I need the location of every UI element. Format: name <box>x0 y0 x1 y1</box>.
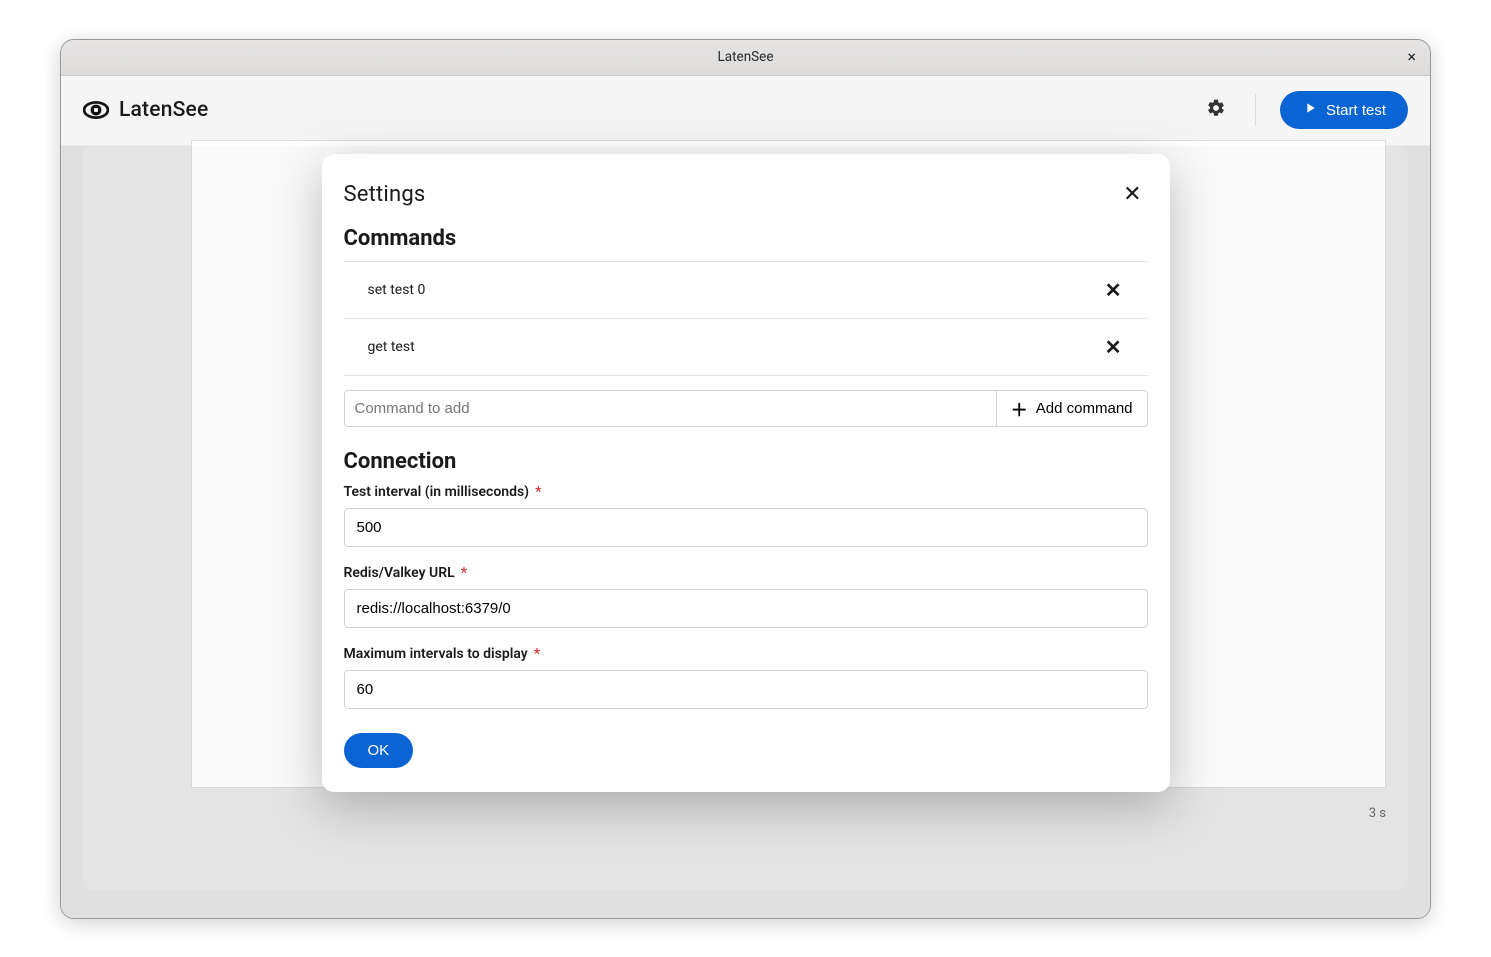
add-command-row: ＋ Add command <box>344 390 1148 427</box>
close-icon: ✕ <box>1123 182 1141 207</box>
command-row: get test ✕ <box>344 319 1148 376</box>
modal-close-button[interactable]: ✕ <box>1117 180 1147 210</box>
main-area: 3 s Settings ✕ Commands set test 0 ✕ <box>61 146 1430 918</box>
commands-list: set test 0 ✕ get test ✕ <box>344 261 1148 376</box>
eye-logo-icon <box>83 97 109 123</box>
settings-button[interactable] <box>1201 95 1231 125</box>
modal-overlay: Settings ✕ Commands set test 0 ✕ get tes… <box>61 146 1430 918</box>
modal-title: Settings <box>344 182 426 207</box>
field-redis-url: Redis/Valkey URL * <box>344 565 1148 628</box>
field-label-text: Maximum intervals to display <box>344 646 528 662</box>
remove-command-button[interactable]: ✕ <box>1099 278 1128 302</box>
titlebar: LatenSee × <box>61 40 1430 76</box>
add-command-input[interactable] <box>344 390 996 427</box>
app-logo: LatenSee <box>83 97 208 123</box>
settings-modal: Settings ✕ Commands set test 0 ✕ get tes… <box>322 154 1170 792</box>
connection-heading: Connection <box>344 449 1148 474</box>
commands-heading: Commands <box>344 226 1148 251</box>
field-label-text: Redis/Valkey URL <box>344 565 455 581</box>
max-intervals-input[interactable] <box>344 670 1148 709</box>
header-divider <box>1255 94 1256 126</box>
field-max-intervals: Maximum intervals to display * <box>344 646 1148 709</box>
add-command-button[interactable]: ＋ Add command <box>996 390 1148 427</box>
play-icon <box>1302 100 1318 120</box>
required-marker: * <box>535 484 541 500</box>
command-row: set test 0 ✕ <box>344 262 1148 319</box>
gear-icon <box>1206 98 1226 122</box>
redis-url-input[interactable] <box>344 589 1148 628</box>
start-test-label: Start test <box>1326 102 1386 119</box>
close-icon: ✕ <box>1105 335 1122 359</box>
start-test-button[interactable]: Start test <box>1280 91 1408 129</box>
remove-command-button[interactable]: ✕ <box>1099 335 1128 359</box>
plus-icon: ＋ <box>1011 396 1028 421</box>
field-test-interval: Test interval (in milliseconds) * <box>344 484 1148 547</box>
app-header: LatenSee Start test <box>61 76 1430 146</box>
app-brand: LatenSee <box>119 98 208 122</box>
application-window: LatenSee × LatenSee <box>60 39 1431 919</box>
ok-button[interactable]: OK <box>344 733 414 768</box>
command-text: get test <box>368 339 415 355</box>
test-interval-input[interactable] <box>344 508 1148 547</box>
close-icon: ✕ <box>1105 278 1122 302</box>
command-text: set test 0 <box>368 282 426 298</box>
add-command-label: Add command <box>1036 400 1133 417</box>
required-marker: * <box>534 646 540 662</box>
window-close-icon[interactable]: × <box>1403 45 1420 69</box>
required-marker: * <box>461 565 467 581</box>
ok-label: OK <box>368 742 390 759</box>
field-label-text: Test interval (in milliseconds) <box>344 484 530 500</box>
window-title: LatenSee <box>718 49 774 65</box>
